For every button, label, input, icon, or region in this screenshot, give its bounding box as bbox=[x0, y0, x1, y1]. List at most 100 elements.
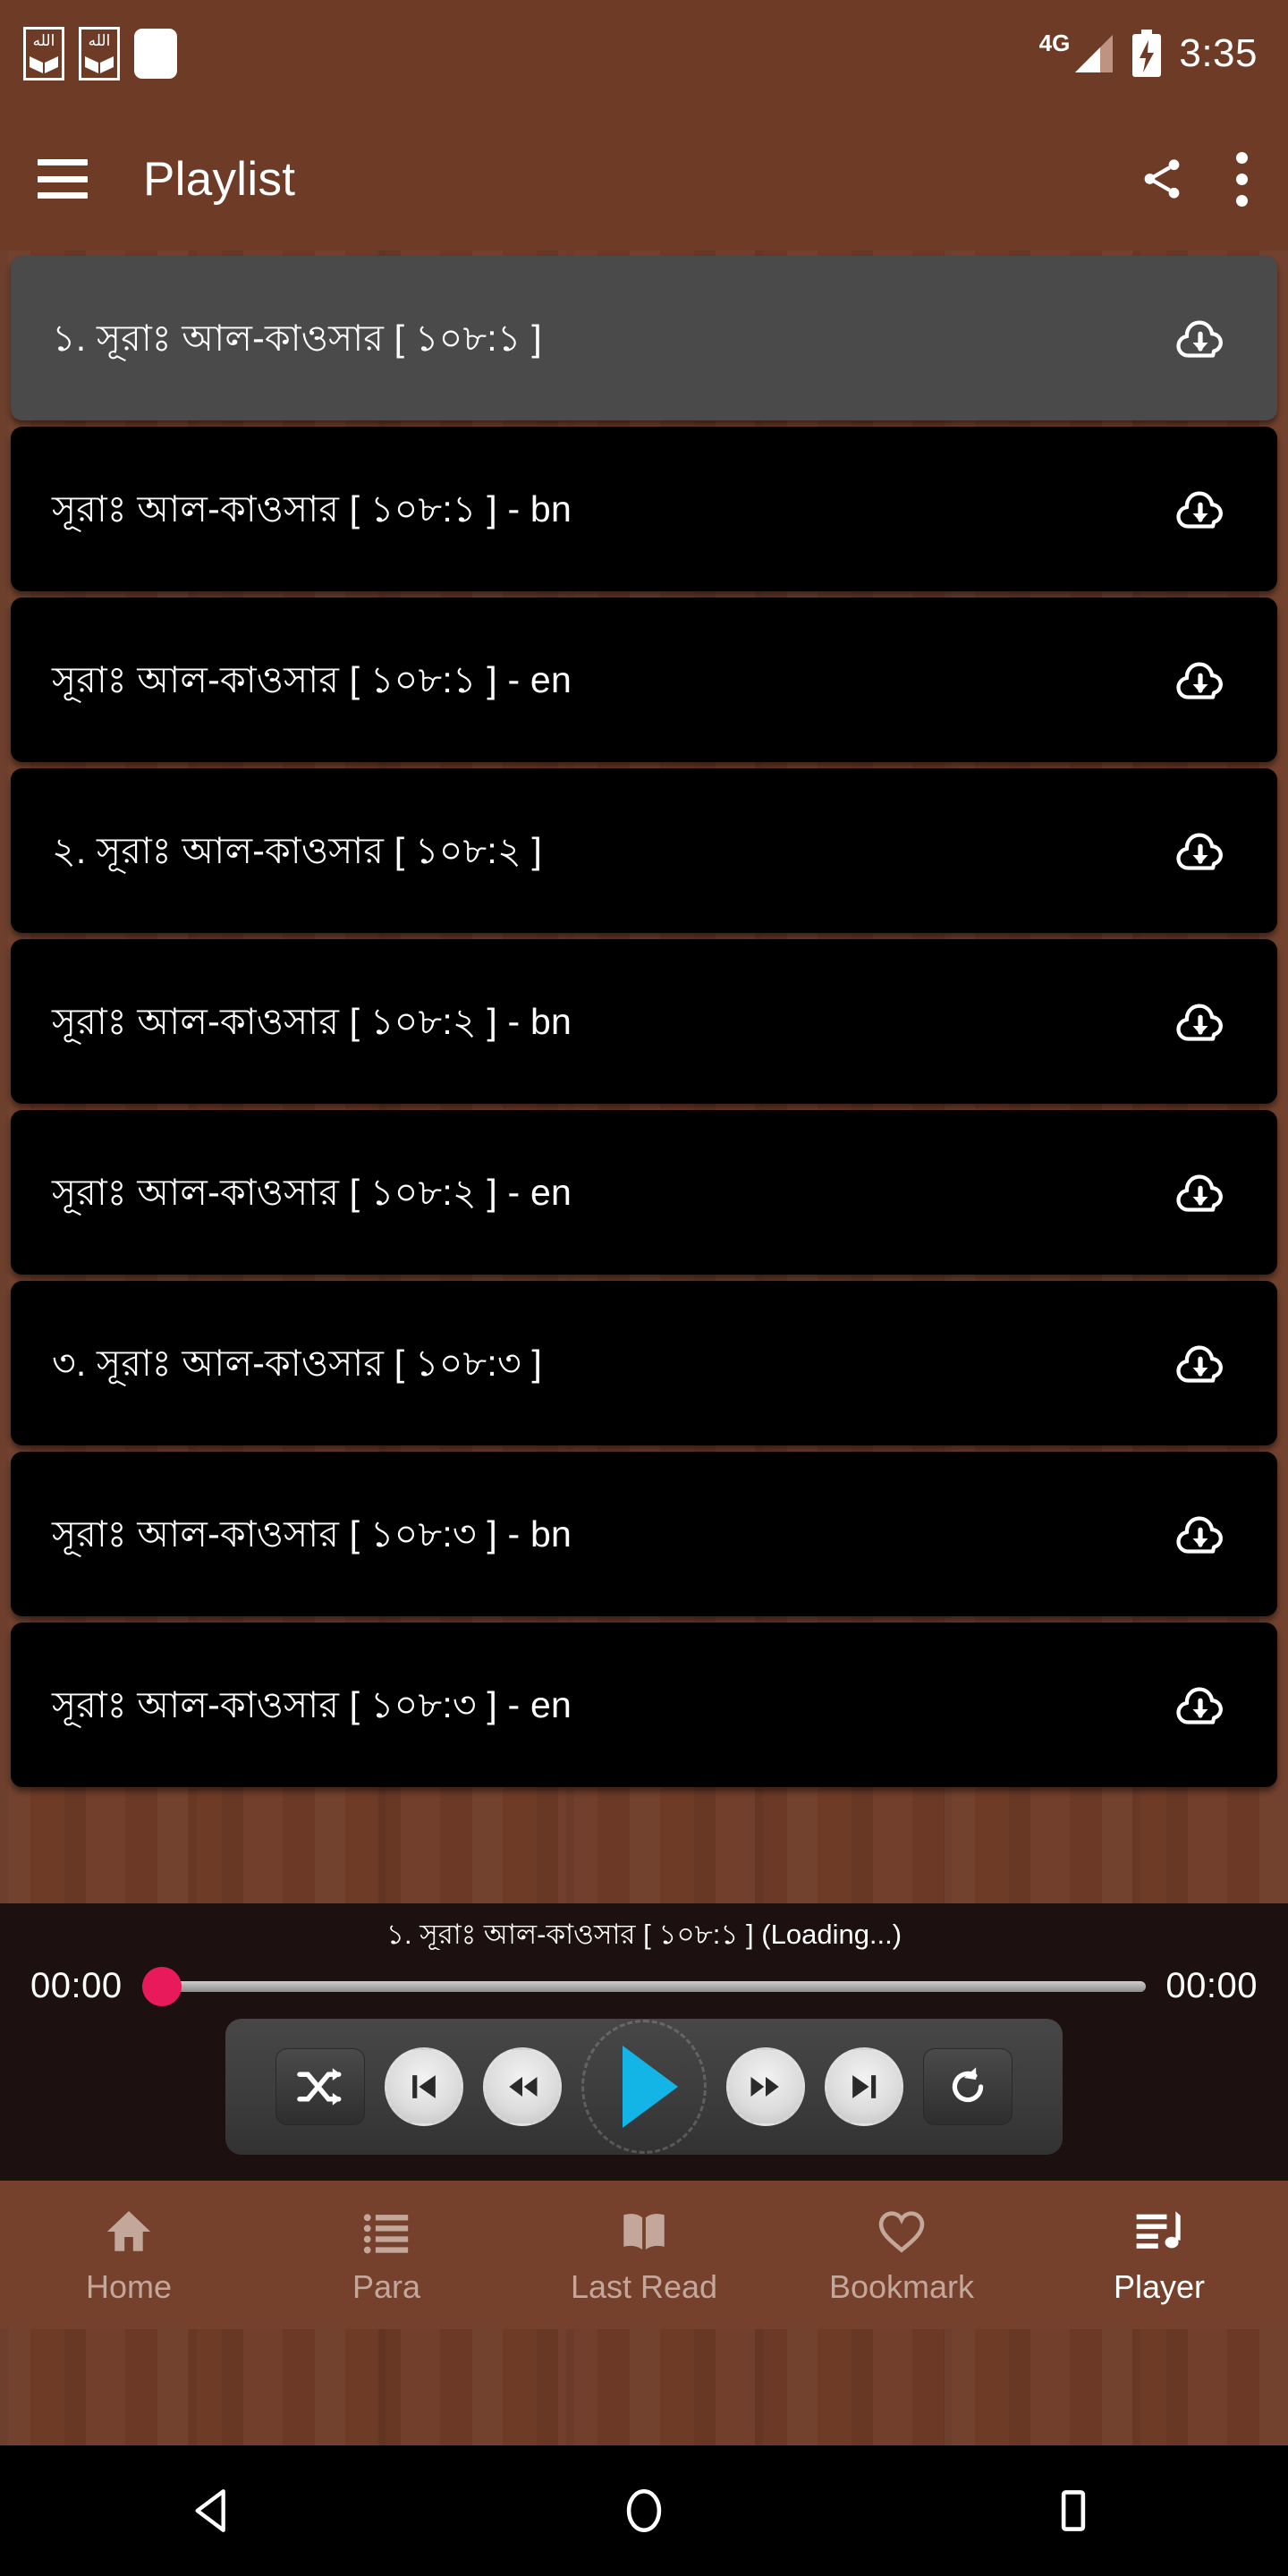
playlist-track-row[interactable]: সূরাঃ আল-কাওসার [ ১০৮:১ ] - bn bbox=[11, 427, 1277, 591]
heart-icon bbox=[876, 2204, 928, 2259]
track-title: সূরাঃ আল-কাওসার [ ১০৮:১ ] - en bbox=[52, 658, 572, 700]
bottom-nav-item-para[interactable]: Para bbox=[258, 2181, 515, 2329]
shuffle-button[interactable] bbox=[275, 2048, 365, 2126]
cloud-download-icon bbox=[1176, 491, 1223, 529]
recents-square-icon bbox=[1061, 2490, 1086, 2531]
shuffle-icon bbox=[297, 2068, 342, 2106]
track-title: সূরাঃ আল-কাওসার [ ১০৮:১ ] - bn bbox=[52, 487, 572, 530]
track-download-button[interactable] bbox=[1174, 1167, 1227, 1217]
status-system-icons: 4G 3:35 bbox=[1039, 30, 1258, 78]
playlist-track-row[interactable]: ১. সূরাঃ আল-কাওসার [ ১০৮:১ ] bbox=[11, 256, 1277, 420]
track-download-button[interactable] bbox=[1174, 484, 1227, 534]
home-circle-icon bbox=[626, 2488, 662, 2533]
playlist-track-row[interactable]: সূরাঃ আল-কাওসার [ ১০৮:২ ] - bn bbox=[11, 939, 1277, 1104]
playlist-track-row[interactable]: ২. সূরাঃ আল-কাওসার [ ১০৮:২ ] bbox=[11, 768, 1277, 933]
app-bar: Playlist bbox=[0, 107, 1288, 250]
cloud-download-icon bbox=[1176, 1345, 1223, 1383]
status-clock: 3:35 bbox=[1179, 31, 1258, 75]
seek-track bbox=[141, 1980, 1147, 1992]
repeat-button[interactable] bbox=[923, 2048, 1013, 2126]
skip-next-icon bbox=[852, 2075, 877, 2098]
signal-bars-icon: 4G bbox=[1038, 30, 1115, 74]
android-back-button[interactable] bbox=[152, 2445, 277, 2576]
track-download-button[interactable] bbox=[1174, 313, 1227, 363]
playlist-track-row[interactable]: সূরাঃ আল-কাওসার [ ১০৮:২ ] - en bbox=[11, 1110, 1277, 1275]
previous-button[interactable] bbox=[385, 2047, 463, 2127]
bottom-nav-label: Bookmark bbox=[828, 2268, 975, 2305]
status-bar: الله الله 4G 3:35 bbox=[0, 0, 1288, 107]
track-download-button[interactable] bbox=[1174, 1680, 1227, 1730]
fast-forward-button[interactable] bbox=[726, 2047, 805, 2127]
play-icon bbox=[623, 2046, 678, 2129]
status-notification-icons: الله الله bbox=[23, 27, 177, 80]
skip-previous-icon bbox=[412, 2075, 436, 2098]
now-playing-label: ১. সূরাঃ আল-কাওসার [ ১০৮:১ ] (Loading...… bbox=[386, 1919, 902, 1950]
bottom-nav-label: Player bbox=[1113, 2268, 1206, 2305]
bottom-nav-item-player[interactable]: Player bbox=[1030, 2181, 1288, 2329]
share-icon[interactable] bbox=[1138, 154, 1186, 204]
playlist-container[interactable]: ১. সূরাঃ আল-কাওসার [ ১০৮:১ ] সূরাঃ আল-কাও… bbox=[0, 250, 1288, 1903]
seek-thumb[interactable] bbox=[141, 1966, 182, 2006]
bottom-nav-item-last-read[interactable]: Last Read bbox=[515, 2181, 773, 2329]
bottom-nav-label: Home bbox=[85, 2268, 173, 2305]
android-home-button[interactable] bbox=[581, 2445, 707, 2576]
play-button[interactable] bbox=[581, 2020, 707, 2155]
background-filler bbox=[0, 2329, 1288, 2445]
app-bar-actions bbox=[1138, 148, 1252, 210]
track-download-button[interactable] bbox=[1174, 655, 1227, 705]
track-download-button[interactable] bbox=[1174, 1338, 1227, 1388]
open-quran-glyph bbox=[30, 56, 58, 73]
cloud-download-icon bbox=[1176, 662, 1223, 699]
cloud-download-icon bbox=[1176, 1516, 1223, 1554]
white-notification-chip bbox=[134, 29, 177, 79]
cloud-download-icon bbox=[1176, 320, 1223, 358]
page-title: Playlist bbox=[143, 152, 296, 206]
list-icon bbox=[360, 2204, 412, 2259]
playlist-track-row[interactable]: ৩. সূরাঃ আল-কাওসার [ ১০৮:৩ ] bbox=[11, 1281, 1277, 1445]
rewind-button[interactable] bbox=[483, 2047, 562, 2127]
bottom-nav-label: Para bbox=[352, 2268, 421, 2305]
network-type-label: 4G bbox=[1038, 30, 1071, 56]
seek-row: 00:00 00:00 bbox=[0, 1950, 1288, 2006]
track-title: সূরাঃ আল-কাওসার [ ১০৮:২ ] - en bbox=[52, 1171, 572, 1213]
seek-slider[interactable] bbox=[141, 1966, 1147, 2006]
track-title: সূরাঃ আল-কাওসার [ ১০৮:২ ] - bn bbox=[52, 1000, 572, 1042]
quran-app-icon: الله bbox=[23, 27, 64, 80]
open-book-icon bbox=[618, 2204, 670, 2259]
playlist-track-row[interactable]: সূরাঃ আল-কাওসার [ ১০৮:১ ] - en bbox=[11, 597, 1277, 762]
fast-rewind-icon bbox=[509, 2077, 538, 2097]
cloud-download-icon bbox=[1176, 1004, 1223, 1041]
quran-app-icon: الله bbox=[79, 27, 120, 80]
track-download-button[interactable] bbox=[1174, 826, 1227, 876]
repeat-icon bbox=[952, 2067, 984, 2103]
more-vertical-icon[interactable] bbox=[1220, 148, 1252, 210]
open-quran-glyph bbox=[85, 56, 114, 73]
track-title: ১. সূরাঃ আল-কাওসার [ ১০৮:১ ] bbox=[52, 317, 542, 359]
playlist-track-row[interactable]: সূরাঃ আল-কাওসার [ ১০৮:৩ ] - bn bbox=[11, 1452, 1277, 1616]
phone-screen: الله الله 4G 3:35 Playlist ১. সূরাঃ আল-ক… bbox=[0, 0, 1288, 2576]
bottom-nav-item-home[interactable]: Home bbox=[0, 2181, 258, 2329]
hamburger-menu-icon[interactable] bbox=[38, 159, 88, 199]
playlist-track-row[interactable]: সূরাঃ আল-কাওসার [ ১০৮:৩ ] - en bbox=[11, 1623, 1277, 1787]
next-button[interactable] bbox=[825, 2047, 903, 2127]
bottom-nav-item-bookmark[interactable]: Bookmark bbox=[773, 2181, 1030, 2329]
track-title: ৩. সূরাঃ আল-কাওসার [ ১০৮:৩ ] bbox=[52, 1342, 542, 1384]
track-download-button[interactable] bbox=[1174, 996, 1227, 1046]
total-time-label: 00:00 bbox=[1165, 1966, 1258, 2006]
fast-forward-icon bbox=[750, 2077, 779, 2097]
mini-player: ১. সূরাঃ আল-কাওসার [ ১০৮:১ ] (Loading...… bbox=[0, 1903, 1288, 2181]
track-title: ২. সূরাঃ আল-কাওসার [ ১০৮:২ ] bbox=[52, 829, 542, 871]
android-navigation-bar bbox=[0, 2445, 1288, 2576]
cloud-download-icon bbox=[1176, 1687, 1223, 1724]
track-title: সূরাঃ আল-কাওসার [ ১০৮:৩ ] - en bbox=[52, 1683, 572, 1725]
cloud-download-icon bbox=[1176, 833, 1223, 870]
bottom-nav-label: Last Read bbox=[570, 2268, 718, 2305]
track-download-button[interactable] bbox=[1174, 1509, 1227, 1559]
track-title: সূরাঃ আল-কাওসার [ ১০৮:৩ ] - bn bbox=[52, 1513, 572, 1555]
home-icon bbox=[103, 2204, 155, 2259]
bottom-navigation: Home Para Last Read Bookmark Player bbox=[0, 2181, 1288, 2329]
android-recents-button[interactable] bbox=[1011, 2445, 1136, 2576]
transport-controls bbox=[225, 2019, 1063, 2156]
queue-music-icon bbox=[1133, 2204, 1185, 2259]
cloud-download-icon bbox=[1176, 1174, 1223, 1212]
